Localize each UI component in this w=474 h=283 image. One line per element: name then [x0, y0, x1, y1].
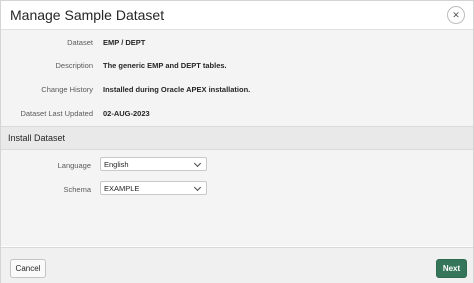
- dialog-titlebar: Manage Sample Dataset ✕: [1, 1, 473, 30]
- info-label: Description: [55, 61, 93, 70]
- manage-sample-dataset-dialog: Manage Sample Dataset ✕ Dataset EMP / DE…: [0, 0, 474, 283]
- info-row-dataset: Dataset EMP / DEPT: [1, 35, 473, 51]
- info-row-last-updated: Dataset Last Updated 02-AUG-2023: [1, 106, 473, 122]
- info-label: Dataset Last Updated: [20, 109, 93, 118]
- schema-select[interactable]: EXAMPLE: [100, 181, 207, 195]
- chevron-down-icon: [193, 183, 202, 192]
- language-label: Language: [57, 161, 91, 170]
- close-icon: ✕: [452, 9, 460, 20]
- language-row: Language English: [1, 157, 473, 173]
- info-label: Change History: [41, 85, 93, 94]
- next-button[interactable]: Next: [436, 259, 467, 278]
- chevron-down-icon: [193, 159, 202, 168]
- schema-label: Schema: [63, 185, 91, 194]
- info-value: EMP / DEPT: [103, 38, 146, 47]
- schema-row: Schema EXAMPLE: [1, 181, 473, 197]
- language-select[interactable]: English: [100, 157, 207, 171]
- info-value: 02-AUG-2023: [103, 109, 150, 118]
- dialog-footer: Cancel Next: [1, 247, 473, 283]
- language-value: English: [104, 160, 129, 169]
- info-row-description: Description The generic EMP and DEPT tab…: [1, 58, 473, 74]
- section-heading: Install Dataset: [1, 126, 473, 150]
- info-value: The generic EMP and DEPT tables.: [103, 61, 227, 70]
- cancel-button[interactable]: Cancel: [10, 259, 46, 278]
- dialog-title: Manage Sample Dataset: [10, 7, 165, 23]
- close-button[interactable]: ✕: [447, 6, 465, 24]
- schema-value: EXAMPLE: [104, 184, 140, 193]
- info-value: Installed during Oracle APEX installatio…: [103, 85, 251, 94]
- info-row-change-history: Change History Installed during Oracle A…: [1, 82, 473, 98]
- dialog-body: Dataset EMP / DEPT Description The gener…: [1, 30, 473, 246]
- info-label: Dataset: [67, 38, 93, 47]
- install-dataset-section: Install Dataset Language English Schema …: [1, 126, 473, 246]
